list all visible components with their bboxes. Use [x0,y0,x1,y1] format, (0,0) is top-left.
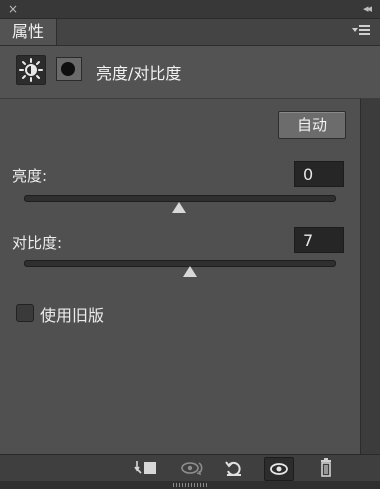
auto-button[interactable]: 自动 [278,111,346,139]
panel-menu-icon[interactable] [352,24,370,38]
use-legacy-label: 使用旧版 [40,306,105,325]
panel-tab-row: 属性 [0,19,380,46]
collapse-panel-icon[interactable]: ◂◂ [363,1,372,17]
clip-to-layer-icon[interactable] [132,457,160,479]
layer-mask-icon[interactable] [56,57,82,81]
view-previous-state-icon[interactable] [178,457,206,479]
tab-properties[interactable]: 属性 [0,19,57,45]
brightness-label: 亮度: [12,167,48,185]
close-panel-icon[interactable]: × [8,1,18,17]
contrast-slider-thumb[interactable] [182,266,197,277]
use-legacy-checkbox[interactable] [16,304,34,322]
contrast-slider-track[interactable] [24,260,336,267]
reset-icon[interactable] [220,457,248,479]
panel-top-strip: × ◂◂ [0,0,380,19]
brightness-value-input[interactable]: 0 [294,161,344,187]
visibility-eye-icon[interactable] [264,457,294,481]
contrast-label: 对比度: [12,234,63,252]
adjustment-header: 亮度/对比度 [0,46,380,96]
adjustment-title: 亮度/对比度 [96,64,182,83]
properties-panel: × ◂◂ 属性 亮度/对比度 自动 亮度: 0 对比度: 7 使用旧版 [0,0,380,489]
brightness-slider-track[interactable] [24,195,336,202]
scrollbar-gutter[interactable] [360,99,380,454]
brightness-slider-thumb[interactable] [172,202,186,213]
resize-grip[interactable] [0,481,380,489]
contrast-value-input[interactable]: 7 [294,227,344,253]
adjustment-controls: 自动 亮度: 0 对比度: 7 使用旧版 [0,99,360,454]
trash-icon[interactable] [312,457,340,479]
brightness-contrast-icon[interactable] [16,55,46,85]
bottom-toolbar [0,454,380,481]
